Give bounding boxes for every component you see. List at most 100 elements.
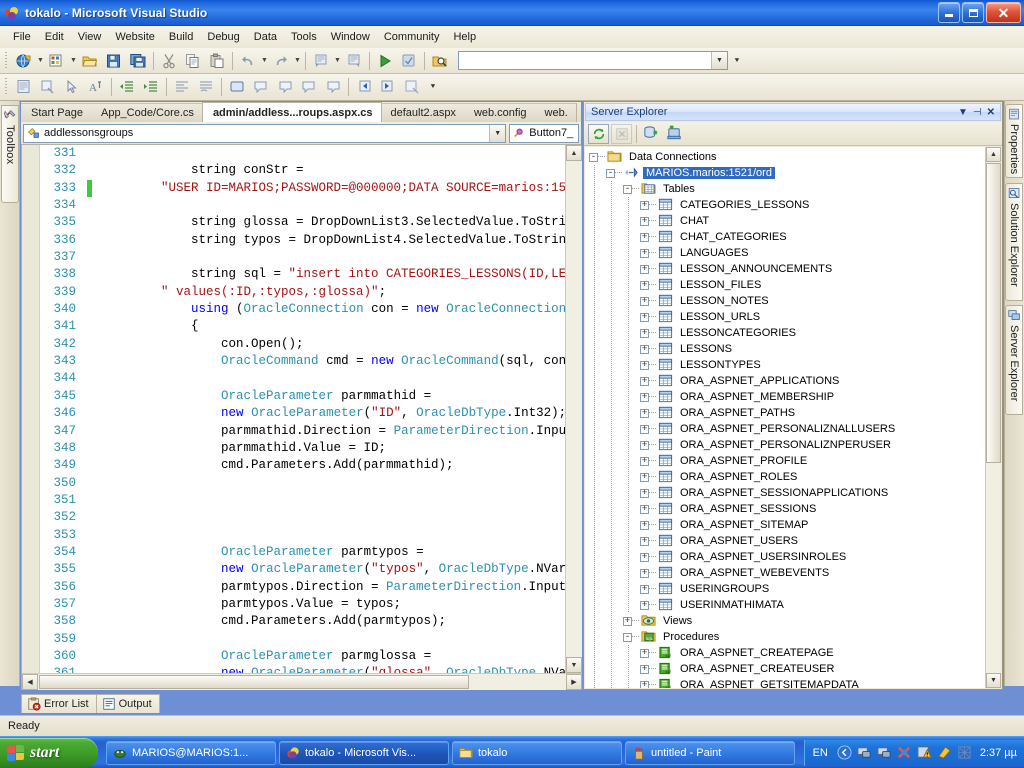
expand-icon[interactable]: +	[640, 488, 649, 498]
collapse-icon[interactable]: -	[606, 168, 615, 178]
sidebar-item-toolbox[interactable]: Toolbox	[1, 105, 19, 203]
code-line[interactable]: 356 parmtypos.Direction = ParameterDirec…	[40, 579, 565, 596]
expand-icon[interactable]: +	[640, 504, 649, 514]
open-file-icon[interactable]	[79, 50, 101, 72]
tree-item[interactable]: + LESSONS	[585, 341, 984, 357]
chevron-down-icon[interactable]: ▼	[958, 107, 968, 118]
code-line[interactable]: 354 OracleParameter parmtypos =	[40, 544, 565, 561]
expand-icon[interactable]: +	[640, 344, 649, 354]
new-project-icon[interactable]	[46, 50, 68, 72]
refresh-icon[interactable]	[588, 123, 609, 144]
redo-icon[interactable]	[270, 50, 292, 72]
tag-navigator-icon[interactable]	[37, 76, 59, 98]
scroll-down-icon[interactable]: ▼	[566, 657, 582, 673]
menu-item-build[interactable]: Build	[162, 29, 200, 45]
member-combo[interactable]: Button7_	[509, 123, 579, 143]
scroll-up-icon[interactable]: ▲	[566, 145, 582, 161]
tree-item[interactable]: - Data Connections	[585, 149, 984, 165]
expand-icon[interactable]: +	[640, 312, 649, 322]
tree-item[interactable]: + ORA_ASPNET_SESSIONAPPLICATIONS	[585, 485, 984, 501]
code-line[interactable]: 339 " values(:ID,:typos,:glossa)";	[40, 284, 565, 301]
editor-horizontal-scrollbar[interactable]: ◀ ▶	[22, 673, 582, 690]
tree-item[interactable]: + USERINGROUPS	[585, 581, 984, 597]
new-website-icon[interactable]	[13, 50, 35, 72]
tree-item[interactable]: + ORA_ASPNET_ROLES	[585, 469, 984, 485]
code-line[interactable]: 345 OracleParameter parmmathid =	[40, 388, 565, 405]
tree-item[interactable]: + CHAT_CATEGORIES	[585, 229, 984, 245]
warning-icon[interactable]	[917, 745, 932, 760]
menu-item-help[interactable]: Help	[446, 29, 483, 45]
tree-item[interactable]: + CHAT	[585, 213, 984, 229]
navigate-forward-icon[interactable]	[343, 50, 365, 72]
network-icon[interactable]	[857, 745, 872, 760]
panel-icon[interactable]	[226, 76, 248, 98]
format-text-icon[interactable]: A	[85, 76, 107, 98]
save-all-icon[interactable]	[127, 50, 149, 72]
expand-icon[interactable]: +	[640, 392, 649, 402]
server-explorer-tree[interactable]: - Data Connections - MARIOS.marios:1521/ord…	[585, 147, 1001, 688]
code-line[interactable]: 332 string conStr =	[40, 162, 565, 179]
expand-icon[interactable]: +	[640, 280, 649, 290]
tree-item[interactable]: + CATEGORIES_LESSONS	[585, 197, 984, 213]
volume-icon[interactable]	[957, 745, 972, 760]
copy-icon[interactable]	[182, 50, 204, 72]
expand-icon[interactable]: +	[640, 520, 649, 530]
toolbar-grip[interactable]	[3, 51, 10, 70]
sidebar-item-server-explorer[interactable]: Server Explorer	[1005, 305, 1023, 415]
next-bookmark-icon[interactable]	[377, 76, 399, 98]
tree-item[interactable]: + ORA_ASPNET_APPLICATIONS	[585, 373, 984, 389]
tree-item[interactable]: + ORA_ASPNET_USERS	[585, 533, 984, 549]
toolbar-overflow-icon[interactable]: ⯆	[428, 83, 438, 91]
tree-item[interactable]: + ORA_ASPNET_WEBEVENTS	[585, 565, 984, 581]
tree-item[interactable]: + Views	[585, 613, 984, 629]
align-left-icon[interactable]	[171, 76, 193, 98]
clear-bookmarks-icon[interactable]	[322, 76, 344, 98]
close-button[interactable]: ✕	[986, 2, 1021, 23]
expand-icon[interactable]: +	[640, 440, 649, 450]
expand-icon[interactable]: +	[640, 568, 649, 578]
network-icon-2[interactable]	[877, 745, 892, 760]
document-tab[interactable]: web.config	[463, 103, 536, 122]
expand-icon[interactable]: +	[640, 376, 649, 386]
hscroll-thumb[interactable]	[39, 675, 469, 689]
code-line[interactable]: 349 cmd.Parameters.Add(parmmathid);	[40, 457, 565, 474]
new-website-dropdown[interactable]: ▼	[36, 50, 45, 72]
code-line[interactable]: 331	[40, 145, 565, 162]
indicator-margin[interactable]	[22, 145, 40, 690]
undo-dropdown[interactable]: ▼	[260, 50, 269, 72]
code-line[interactable]: 351	[40, 492, 565, 509]
tree-item[interactable]: - SQL Procedures	[585, 629, 984, 645]
tree-item[interactable]: - Tables	[585, 181, 984, 197]
find-in-files-icon[interactable]	[429, 50, 451, 72]
expand-icon[interactable]: +	[640, 472, 649, 482]
tree-item[interactable]: + LESSON_ANNOUNCEMENTS	[585, 261, 984, 277]
properties-window-icon[interactable]	[13, 76, 35, 98]
menu-item-tools[interactable]: Tools	[284, 29, 324, 45]
start-debugging-icon[interactable]	[374, 50, 396, 72]
taskbar-item[interactable]: tokalo	[452, 740, 622, 765]
undo-icon[interactable]	[237, 50, 259, 72]
tree-item[interactable]: + ORA_ASPNET_SESSIONS	[585, 501, 984, 517]
expand-icon[interactable]: +	[640, 648, 649, 658]
tree-item[interactable]: + LESSON_URLS	[585, 309, 984, 325]
collapse-icon[interactable]: -	[589, 152, 598, 162]
sidebar-item-solution-explorer[interactable]: Solution Explorer	[1005, 183, 1023, 301]
tree-vertical-scrollbar[interactable]: ▲ ▼	[985, 147, 1001, 688]
code-line[interactable]: 355 new OracleParameter("typos", OracleD…	[40, 561, 565, 578]
redo-dropdown[interactable]: ▼	[293, 50, 302, 72]
code-line[interactable]: 334	[40, 197, 565, 214]
tree-item[interactable]: + sql ORA_ASPNET_GETSITEMAPDATA	[585, 677, 984, 688]
code-editor[interactable]: 331 332 string conStr = 333 "USER ID=MARIO…	[21, 145, 582, 690]
uncomment-block-icon[interactable]	[274, 76, 296, 98]
stop-icon[interactable]	[611, 123, 632, 144]
bottom-tab[interactable]: Output	[95, 694, 160, 713]
code-line[interactable]: 361 new OracleParameter("glossa", Oracle…	[40, 665, 565, 673]
menu-item-data[interactable]: Data	[247, 29, 284, 45]
code-line[interactable]: 357 parmtypos.Value = typos;	[40, 596, 565, 613]
tree-item[interactable]: + ORA_ASPNET_MEMBERSHIP	[585, 389, 984, 405]
code-line[interactable]: 340 using (OracleConnection con = new Or…	[40, 301, 565, 318]
code-line[interactable]: 352	[40, 509, 565, 526]
menu-item-website[interactable]: Website	[108, 29, 162, 45]
expand-icon[interactable]: +	[640, 536, 649, 546]
code-line[interactable]: 359	[40, 631, 565, 648]
